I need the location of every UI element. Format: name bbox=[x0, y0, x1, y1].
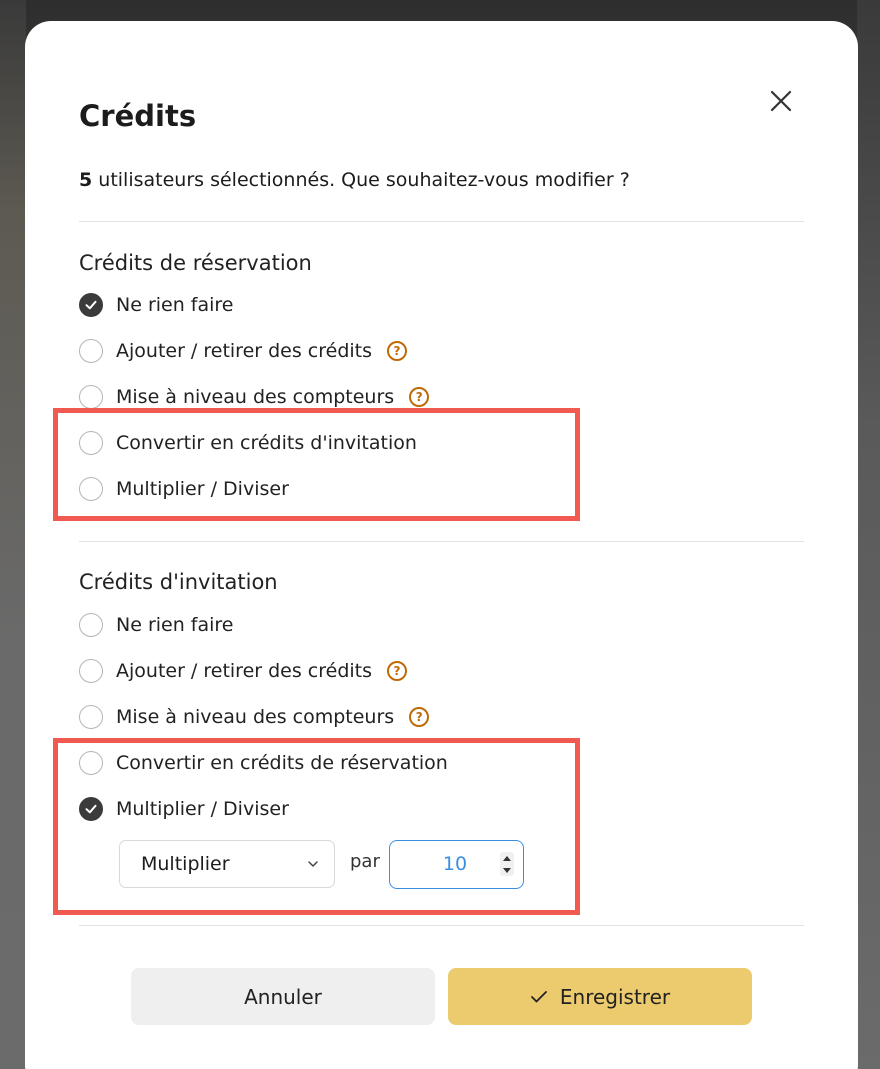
reservation-option-multiply-divide[interactable]: Multiplier / Diviser bbox=[79, 474, 289, 504]
number-stepper[interactable] bbox=[500, 852, 514, 876]
close-button[interactable] bbox=[763, 83, 799, 119]
cancel-button-label: Annuler bbox=[244, 984, 322, 1009]
option-label: Ajouter / retirer des crédits bbox=[116, 660, 373, 682]
backdrop-left bbox=[0, 0, 26, 1069]
radio[interactable] bbox=[79, 751, 103, 775]
cancel-button[interactable]: Annuler bbox=[131, 968, 435, 1025]
radio[interactable] bbox=[79, 477, 103, 501]
option-label: Ne rien faire bbox=[116, 614, 234, 636]
save-button-label: Enregistrer bbox=[559, 984, 671, 1009]
option-label: Convertir en crédits de réservation bbox=[116, 752, 448, 774]
operation-select-value: Multiplier bbox=[141, 853, 230, 875]
chevron-down-icon bbox=[308, 861, 318, 867]
radio[interactable] bbox=[79, 705, 103, 729]
divider bbox=[79, 221, 804, 222]
help-icon[interactable]: ? bbox=[409, 387, 430, 407]
operation-select[interactable]: Multiplier bbox=[119, 840, 335, 888]
option-label: Mise à niveau des compteurs bbox=[116, 386, 395, 408]
option-label: Multiplier / Diviser bbox=[116, 478, 289, 500]
help-icon[interactable]: ? bbox=[409, 707, 430, 727]
help-icon[interactable]: ? bbox=[387, 661, 408, 681]
reservation-option-reset-counters[interactable]: Mise à niveau des compteurs ? bbox=[79, 382, 430, 412]
invitation-option-reset-counters[interactable]: Mise à niveau des compteurs ? bbox=[79, 702, 430, 732]
stepper-down-icon[interactable] bbox=[502, 867, 512, 874]
modal-title: Crédits bbox=[79, 99, 197, 133]
section-title-reservation: Crédits de réservation bbox=[79, 251, 312, 275]
divider bbox=[79, 925, 804, 926]
option-label: Multiplier / Diviser bbox=[116, 798, 289, 820]
save-button[interactable]: Enregistrer bbox=[448, 968, 752, 1025]
invitation-option-none[interactable]: Ne rien faire bbox=[79, 610, 234, 640]
highlight-box bbox=[53, 408, 580, 521]
selected-count: 5 bbox=[79, 169, 93, 191]
radio[interactable] bbox=[79, 431, 103, 455]
credits-modal: Crédits 5 utilisateurs sélectionnés. Que… bbox=[25, 21, 858, 1069]
stepper-up-icon[interactable] bbox=[502, 855, 512, 862]
selection-summary-text: utilisateurs sélectionnés. Que souhaitez… bbox=[92, 169, 630, 191]
help-icon[interactable]: ? bbox=[387, 341, 408, 361]
section-title-invitation: Crédits d'invitation bbox=[79, 570, 278, 594]
radio[interactable] bbox=[79, 613, 103, 637]
reservation-option-none[interactable]: Ne rien faire bbox=[79, 290, 234, 320]
radio[interactable] bbox=[79, 659, 103, 683]
reservation-option-add-remove[interactable]: Ajouter / retirer des crédits ? bbox=[79, 336, 408, 366]
radio[interactable] bbox=[79, 339, 103, 363]
divider bbox=[79, 541, 804, 542]
close-icon bbox=[770, 90, 792, 112]
reservation-option-convert[interactable]: Convertir en crédits d'invitation bbox=[79, 428, 417, 458]
option-label: Ajouter / retirer des crédits bbox=[116, 340, 373, 362]
check-icon bbox=[85, 804, 97, 814]
option-label: Mise à niveau des compteurs bbox=[116, 706, 395, 728]
option-label: Convertir en crédits d'invitation bbox=[116, 432, 417, 454]
check-icon bbox=[85, 300, 97, 310]
backdrop-right bbox=[857, 0, 880, 1069]
invitation-option-multiply-divide[interactable]: Multiplier / Diviser bbox=[79, 794, 289, 824]
option-label: Ne rien faire bbox=[116, 294, 234, 316]
selection-summary: 5 utilisateurs sélectionnés. Que souhait… bbox=[79, 169, 630, 191]
par-label: par bbox=[350, 851, 380, 872]
check-icon bbox=[530, 990, 547, 1002]
invitation-option-convert[interactable]: Convertir en crédits de réservation bbox=[79, 748, 448, 778]
radio[interactable] bbox=[79, 385, 103, 409]
invitation-option-add-remove[interactable]: Ajouter / retirer des crédits ? bbox=[79, 656, 408, 686]
radio-checked[interactable] bbox=[79, 293, 103, 317]
radio-checked[interactable] bbox=[79, 797, 103, 821]
factor-input[interactable]: 10 bbox=[389, 840, 524, 889]
